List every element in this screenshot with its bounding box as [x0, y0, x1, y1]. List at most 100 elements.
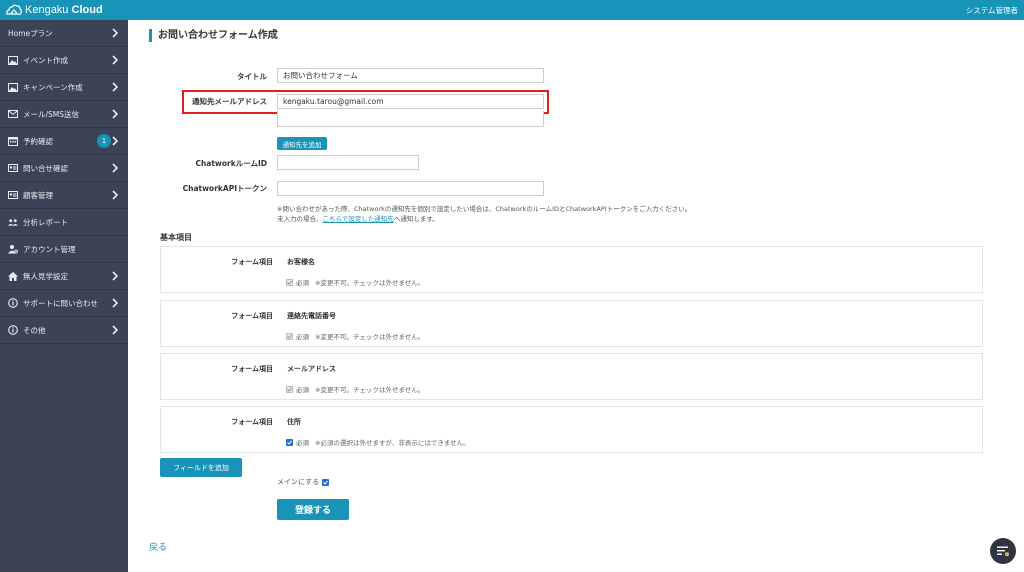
form-field-card: フォーム項目 連絡先電話番号 必須 ※変更不可。チェックは外せません。	[160, 300, 983, 347]
sidebar-item-label: その他	[23, 325, 46, 335]
sidebar-item-label: Homeプラン	[8, 28, 53, 38]
info-icon	[8, 298, 18, 308]
required-label: 必須	[296, 333, 309, 341]
required-checkbox[interactable]	[286, 332, 293, 340]
top-bar: Kengaku Cloud システム管理者	[0, 0, 1024, 20]
form-field-name: 連絡先電話番号	[287, 312, 336, 320]
chevron-right-icon	[112, 325, 119, 335]
chatwork-room-input[interactable]	[277, 155, 419, 170]
required-label: 必須	[296, 439, 309, 447]
add-recipient-button[interactable]: 通知先を追加	[277, 137, 327, 150]
house-cloud-icon	[6, 4, 22, 16]
back-link[interactable]: 戻る	[149, 540, 167, 553]
sidebar-item-inquiries[interactable]: 問い合せ確認	[0, 155, 128, 182]
email-input-2[interactable]	[277, 111, 544, 127]
field-note: ※変更不可。チェックは外せません。	[315, 279, 425, 287]
submit-button[interactable]: 登録する	[277, 499, 349, 520]
field-note: ※変更不可。チェックは外せません。	[315, 386, 425, 394]
sidebar-item-label: 予約確認	[23, 136, 53, 146]
form-field-label: フォーム項目	[231, 312, 273, 320]
chatwork-note: ※問い合わせがあった際、Chatworkの通知先を個別で設定したい場合は、Cha…	[277, 205, 692, 213]
required-checkbox-row: 必須 ※必須の選択は外せますが、非表示にはできません。	[286, 437, 470, 447]
form-field-name: 住所	[287, 418, 301, 426]
required-checkbox[interactable]	[286, 438, 293, 446]
user-role[interactable]: システム管理者	[966, 5, 1018, 16]
sidebar-item-label: サポートに問い合わせ	[23, 298, 98, 308]
sidebar-item-label: メール/SMS送信	[23, 109, 80, 119]
note-prefix: 未入力の場合、	[277, 215, 323, 223]
page-title: お問い合わせフォーム作成	[149, 29, 278, 42]
chevron-right-icon	[112, 163, 119, 173]
required-checkbox[interactable]	[286, 385, 293, 393]
home-icon	[8, 271, 18, 281]
form-field-label: フォーム項目	[231, 365, 273, 373]
sidebar-item-event-create[interactable]: イベント作成	[0, 47, 128, 74]
sidebar-item-label: イベント作成	[23, 55, 68, 65]
title-label: タイトル	[237, 72, 267, 81]
main-toggle-checkbox[interactable]	[322, 478, 330, 486]
chevron-right-icon	[112, 271, 119, 281]
field-note: ※変更不可。チェックは外せません。	[315, 333, 425, 341]
sidebar-item-campaign-create[interactable]: キャンペーン作成	[0, 74, 128, 101]
field-note: ※必須の選択は外せますが、非表示にはできません。	[315, 439, 470, 447]
user-gear-icon	[8, 244, 18, 254]
floating-menu-button[interactable]	[990, 538, 1016, 564]
default-recipient-link[interactable]: こちらで設定した通知先	[323, 215, 394, 223]
sidebar-item-reservations[interactable]: 予約確認 1	[0, 128, 128, 155]
id-card-icon	[8, 163, 18, 173]
required-checkbox-row: 必須 ※変更不可。チェックは外せません。	[286, 331, 424, 341]
sidebar-item-unmanned-tour[interactable]: 無人見学設定	[0, 263, 128, 290]
sidebar-item-support[interactable]: サポートに問い合わせ	[0, 290, 128, 317]
chevron-right-icon	[112, 55, 119, 65]
menu-lines-icon	[997, 546, 1009, 557]
image-icon	[8, 82, 18, 92]
required-checkbox-row: 必須 ※変更不可。チェックは外せません。	[286, 384, 424, 394]
sidebar-item-customers[interactable]: 顧客管理	[0, 182, 128, 209]
email-input[interactable]	[277, 94, 544, 109]
sidebar-item-home-plan[interactable]: Homeプラン	[0, 20, 128, 47]
chevron-right-icon	[112, 109, 119, 119]
add-field-button[interactable]: フィールドを追加	[160, 458, 242, 477]
form-field-card: フォーム項目 お客様名 必須 ※変更不可。チェックは外せません。	[160, 246, 983, 293]
sidebar-item-mail-sms[interactable]: メール/SMS送信	[0, 101, 128, 128]
envelope-icon	[8, 109, 18, 119]
form-field-card: フォーム項目 メールアドレス 必須 ※変更不可。チェックは外せません。	[160, 353, 983, 400]
required-label: 必須	[296, 386, 309, 394]
sidebar: Homeプラン イベント作成 キャンペーン作成 メール/SMS送信 予約確認 1…	[0, 20, 128, 572]
form-field-card: フォーム項目 住所 必須 ※必須の選択は外せますが、非表示にはできません。	[160, 406, 983, 453]
main-content: お問い合わせフォーム作成 タイトル 通知先メールアドレス 通知先を追加 Chat…	[128, 20, 1024, 572]
form-field-label: フォーム項目	[231, 418, 273, 426]
sidebar-item-analytics[interactable]: 分析レポート	[0, 209, 128, 236]
form-field-name: お客様名	[287, 258, 315, 266]
sidebar-item-label: 無人見学設定	[23, 271, 68, 281]
section-title-basic-items: 基本項目	[160, 233, 192, 242]
logo[interactable]: Kengaku Cloud	[6, 2, 103, 18]
form-field-name: メールアドレス	[287, 365, 336, 373]
email-label: 通知先メールアドレス	[192, 97, 267, 106]
sidebar-item-account[interactable]: アカウント管理	[0, 236, 128, 263]
note-suffix: へ通知します。	[393, 215, 439, 223]
required-checkbox-row: 必須 ※変更不可。チェックは外せません。	[286, 277, 424, 287]
sidebar-item-label: 分析レポート	[23, 217, 68, 227]
main-toggle-label: メインにする	[277, 478, 320, 486]
form-field-label: フォーム項目	[231, 258, 273, 266]
chevron-right-icon	[112, 190, 119, 200]
chevron-right-icon	[112, 82, 119, 92]
required-checkbox[interactable]	[286, 278, 293, 286]
chevron-right-icon	[112, 28, 119, 38]
chatwork-token-label: ChatworkAPIトークン	[182, 184, 267, 193]
chatwork-room-label: ChatworkルームID	[195, 159, 267, 168]
chatwork-token-input[interactable]	[277, 181, 544, 196]
sidebar-item-label: キャンペーン作成	[23, 82, 83, 92]
required-label: 必須	[296, 279, 309, 287]
chevron-right-icon	[112, 298, 119, 308]
title-input[interactable]	[277, 68, 544, 83]
logo-text: Kengaku Cloud	[25, 4, 103, 16]
sidebar-item-label: アカウント管理	[23, 244, 76, 254]
sidebar-item-label: 問い合せ確認	[23, 163, 68, 173]
sidebar-item-other[interactable]: その他	[0, 317, 128, 344]
info-icon	[8, 325, 18, 335]
notification-badge: 1	[97, 134, 111, 148]
sidebar-item-label: 顧客管理	[23, 190, 53, 200]
image-icon	[8, 55, 18, 65]
